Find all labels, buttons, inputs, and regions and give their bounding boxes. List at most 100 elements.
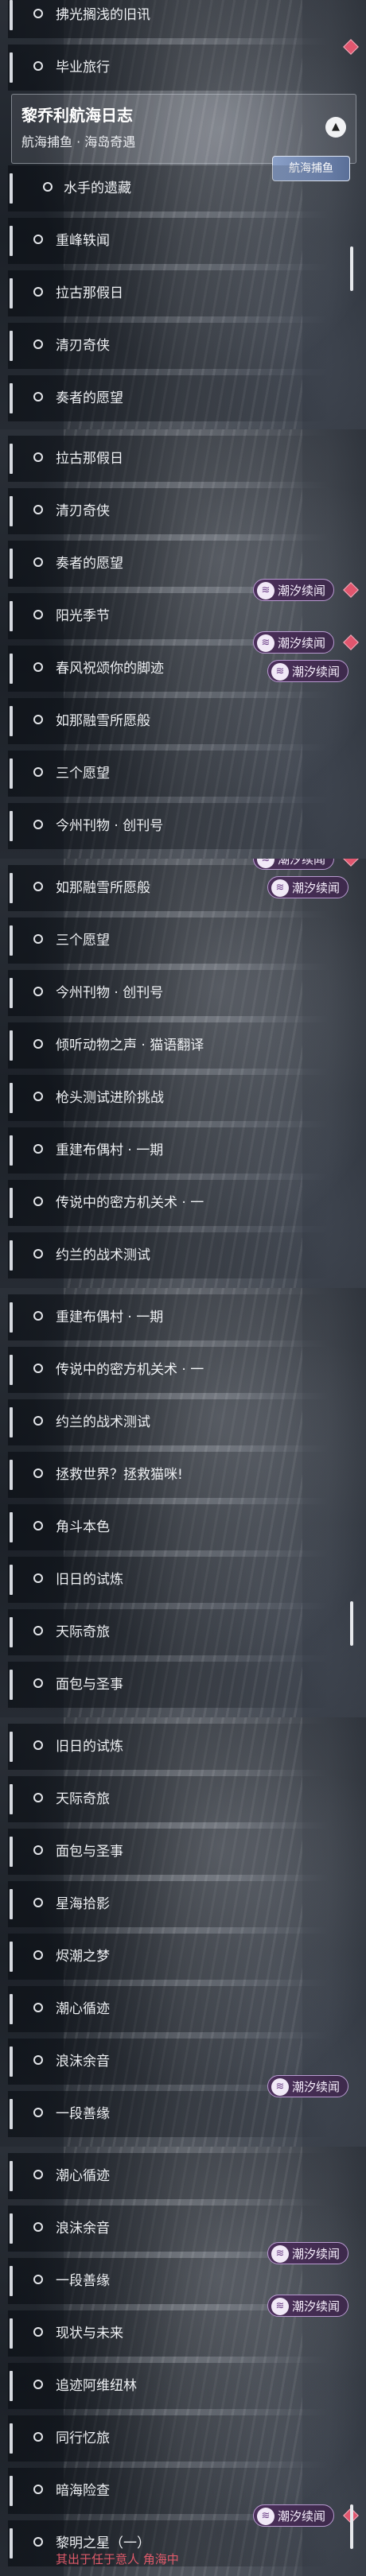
quest-row[interactable]: 同行忆旅 (0, 2412, 366, 2465)
quest-row[interactable]: 天际奇旅 (0, 1606, 366, 1658)
quest-row[interactable]: 三个愿望 (0, 914, 366, 967)
badge-label: 潮汐续闻 (291, 665, 340, 679)
circle-icon (33, 2108, 43, 2117)
quest-row[interactable]: 今州刊物 · 创刊号 (0, 967, 366, 1019)
quest-row[interactable]: 潮心循迹 (0, 1983, 366, 2035)
quest-row[interactable]: 水手的遗藏 (0, 162, 366, 215)
row-marker (10, 925, 13, 956)
quest-row[interactable]: 毕业旅行 (0, 41, 366, 94)
circle-icon (33, 2327, 43, 2337)
quest-row[interactable]: 追迹阿维纽林 (0, 2360, 366, 2412)
quest-row[interactable]: 旧日的试炼 (0, 1721, 366, 1773)
quest-label: 烬潮之梦 (56, 1949, 110, 1965)
quest-panel-3: 如那融雪所愿般 三个愿望 今州刊物 · 创刊号 倾听动物之声 · 猫语翻译 枪头… (0, 859, 366, 1289)
quest-label: 阳光季节 (56, 608, 110, 624)
quest-row[interactable]: 今州刊物 · 创刊号 (0, 800, 366, 852)
quest-row[interactable]: 面包与圣事 (0, 1825, 366, 1878)
log-title: 黎乔利航海日志 (21, 106, 133, 125)
circle-icon (33, 1092, 43, 1101)
row-marker (10, 1617, 13, 1647)
circle-icon (33, 1416, 43, 1426)
row-marker (10, 1302, 13, 1333)
quest-label: 清刃奇侠 (56, 503, 110, 519)
quest-row[interactable]: 角斗本色 (0, 1501, 366, 1554)
row-marker (10, 758, 13, 789)
circle-icon (33, 339, 43, 349)
row-marker (10, 601, 13, 631)
row-marker (10, 1030, 13, 1061)
quest-row[interactable]: 烬潮之梦 (0, 1930, 366, 1983)
row-marker (10, 1837, 13, 1867)
quest-row[interactable]: 清刃奇侠 (0, 320, 366, 372)
wave-icon: ≋ (256, 634, 274, 652)
circle-icon (33, 1249, 43, 1259)
quest-label: 重峰轶闻 (56, 233, 110, 249)
circle-icon (33, 287, 43, 297)
quest-label: 三个愿望 (56, 766, 110, 782)
quest-row[interactable]: 如那融雪所愿般 (0, 695, 366, 747)
quest-label: 拉古那假日 (56, 451, 123, 467)
quest-row[interactable]: 拂光搁浅的旧讯 (0, 0, 366, 41)
quest-label: 同行忆旅 (56, 2431, 110, 2446)
row-marker (10, 1889, 13, 1919)
row-marker (10, 1188, 13, 1218)
quest-row[interactable]: 倾听动物之声 · 猫语翻译 (0, 1019, 366, 1072)
quest-row[interactable]: 拯救世界？拯救猫咪! (0, 1449, 366, 1501)
event-badge: ≋ 潮汐续闻 (252, 579, 334, 601)
quest-row[interactable]: 重建布偶村 · 一期 (0, 1291, 366, 1344)
quest-label: 重建布偶村 · 一期 (56, 1143, 164, 1158)
wave-icon: ≋ (271, 2298, 289, 2315)
quest-label: 暗海险查 (56, 2483, 110, 2499)
quest-label: 约兰的战术测试 (56, 1247, 150, 1263)
quest-row[interactable]: 旧日的试炼 (0, 1554, 366, 1606)
quest-label: 今州刊物 · 创刊号 (56, 985, 164, 1001)
row-marker (10, 1994, 13, 2024)
row-marker (10, 873, 13, 903)
quest-row[interactable]: 天际奇旅 (0, 1773, 366, 1825)
quest-row[interactable]: 奏者的愿望 (0, 372, 366, 425)
quest-row[interactable]: 传说中的密方机关术 · 一 (0, 1344, 366, 1396)
quest-row[interactable]: 星海拾影 (0, 1878, 366, 1930)
badge-label: 潮汐续闻 (291, 2247, 340, 2261)
circle-icon (33, 9, 43, 18)
quest-row[interactable]: 拉古那假日 (0, 433, 366, 485)
badge-label: 潮汐续闻 (291, 2299, 340, 2314)
circle-icon (33, 1521, 43, 1530)
circle-icon (33, 2537, 43, 2547)
log-header[interactable]: 黎乔利航海日志 航海捕鱼 · 海岛奇遇 ▲ (11, 94, 356, 164)
quest-label: 潮心循迹 (56, 2001, 110, 2017)
scrollbar-thumb[interactable] (350, 1601, 353, 1646)
quest-label: 春风祝颂你的脚迹 (56, 661, 164, 677)
circle-icon (33, 1311, 43, 1321)
quest-row[interactable]: 潮心循迹 (0, 2150, 366, 2202)
scrollbar-thumb[interactable] (350, 2504, 353, 2549)
row-marker (10, 1670, 13, 1700)
quest-label: 水手的遗藏 (64, 180, 131, 196)
quest-row[interactable]: 约兰的战术测试 (0, 1229, 366, 1282)
quest-row[interactable]: 面包与圣事 (0, 1658, 366, 1711)
quest-label: 奏者的愿望 (56, 556, 123, 572)
circle-icon (33, 235, 43, 244)
quest-row[interactable]: 枪头测试进阶挑战 (0, 1072, 366, 1124)
row-marker (10, 706, 13, 736)
badge-label: 潮汐续闻 (277, 2509, 325, 2524)
badge-label: 潮汐续闻 (277, 859, 325, 867)
quest-row[interactable]: 重建布偶村 · 一期 (0, 1124, 366, 1177)
chevron-up-icon[interactable]: ▲ (325, 117, 346, 138)
circle-icon (33, 1678, 43, 1688)
event-badge: ≋ 潮汐续闻 (267, 2075, 348, 2097)
scrollbar-thumb[interactable] (350, 246, 353, 291)
quest-row[interactable]: 约兰的战术测试 (0, 1396, 366, 1449)
quest-row[interactable]: 传说中的密方机关术 · 一 (0, 1177, 366, 1229)
circle-icon (43, 182, 53, 192)
quest-panel-4: 重建布偶村 · 一期 传说中的密方机关术 · 一 约兰的战术测试 拯救世界？拯救… (0, 1288, 366, 1718)
quest-row[interactable]: 清刃奇侠 (0, 485, 366, 537)
quest-label: 天际奇旅 (56, 1791, 110, 1807)
quest-label: 角斗本色 (56, 1519, 110, 1535)
row-marker (10, 2318, 13, 2349)
quest-row[interactable]: 拉古那假日 (0, 267, 366, 320)
badge-label: 潮汐续闻 (291, 2080, 340, 2094)
quest-row[interactable]: 重峰轶闻 (0, 215, 366, 267)
quest-row[interactable]: 三个愿望 (0, 747, 366, 800)
row-marker (10, 444, 13, 474)
